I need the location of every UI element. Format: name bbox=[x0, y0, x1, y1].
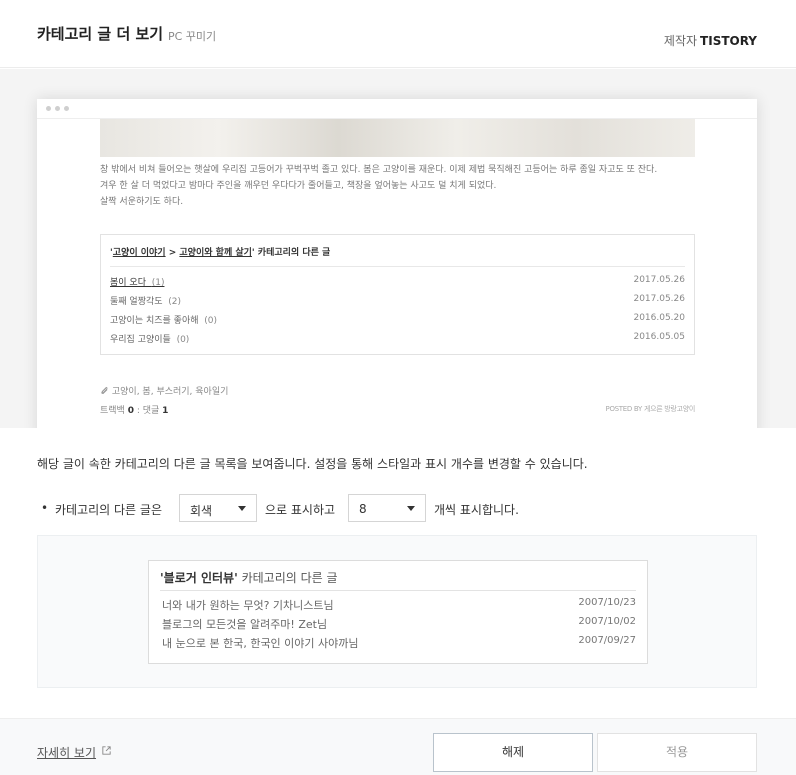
related-category-sep: > bbox=[165, 248, 180, 258]
related-subcategory-link[interactable]: 고양이와 함께 살기 bbox=[179, 248, 252, 258]
related-item-date: 2017.05.26 bbox=[633, 275, 685, 285]
related-item-date: 2016.05.05 bbox=[633, 332, 685, 342]
related-item-count: (0) bbox=[176, 335, 190, 345]
list-item[interactable]: 봄이 오다 (1) 2017.05.26 bbox=[110, 275, 685, 289]
tag-clip-icon bbox=[101, 386, 108, 395]
external-link-icon bbox=[102, 746, 111, 755]
related-item-title: 둘째 얼짱각도 bbox=[110, 297, 163, 307]
post-line: 창 밖에서 비쳐 들어오는 햇살에 우리집 고등어가 꾸벅꾸벅 졸고 있다. 봄… bbox=[100, 165, 658, 175]
list-item[interactable]: 우리집 고양이들 (0) 2016.05.05 bbox=[110, 332, 685, 346]
skin-description: 해당 글이 속한 카테고리의 다른 글 목록을 보여줍니다. 설정을 통해 스타… bbox=[37, 457, 588, 471]
related-posts-heading: '고양이 이야기 > 고양이와 함께 살기' 카테고리의 다른 글 bbox=[110, 248, 331, 258]
header: 카테고리 글 더 보기 PC 꾸미기 제작자 TISTORY bbox=[0, 0, 796, 68]
sample-item-date: 2007/10/02 bbox=[578, 616, 636, 627]
related-category-link[interactable]: 고양이 이야기 bbox=[113, 248, 166, 258]
reset-button[interactable]: 해제 bbox=[433, 733, 593, 772]
post-hero-image bbox=[100, 119, 695, 157]
related-heading-suffix: ' 카테고리의 다른 글 bbox=[251, 248, 331, 258]
chevron-down-icon bbox=[407, 506, 415, 511]
related-posts-box: '고양이 이야기 > 고양이와 함께 살기' 카테고리의 다른 글 봄이 오다 … bbox=[100, 234, 695, 355]
maker-name: TISTORY bbox=[700, 34, 757, 48]
style-sample-box: '블로거 인터뷰' 카테고리의 다른 글 너와 내가 원하는 무엇? 기차니스트… bbox=[148, 560, 648, 664]
style-select-value: 회색 bbox=[190, 504, 213, 518]
sample-item-date: 2007/10/23 bbox=[578, 597, 636, 608]
setting-middle: 으로 표시하고 bbox=[265, 503, 336, 517]
style-sample-area: '블로거 인터뷰' 카테고리의 다른 글 너와 내가 원하는 무엇? 기차니스트… bbox=[37, 535, 757, 688]
preview-area: 창 밖에서 비쳐 들어오는 햇살에 우리집 고등어가 꾸벅꾸벅 졸고 있다. 봄… bbox=[0, 69, 796, 428]
sample-item-title: 내 눈으로 본 한국, 한국인 이야기 사야까님 bbox=[162, 637, 359, 650]
related-item-title: 우리집 고양이들 bbox=[110, 335, 171, 345]
page-title: 카테고리 글 더 보기 bbox=[37, 25, 164, 43]
related-item-count: (2) bbox=[168, 297, 182, 307]
sample-item-date: 2007/09/27 bbox=[578, 635, 636, 646]
chevron-down-icon bbox=[238, 506, 246, 511]
post-line: 살짝 서운하기도 하다. bbox=[100, 197, 184, 207]
sample-item-title: 너와 내가 원하는 무엇? 기차니스트님 bbox=[162, 599, 334, 612]
window-dot-icon bbox=[64, 106, 69, 111]
sample-category: '블로거 인터뷰' bbox=[160, 571, 238, 585]
page-subtitle: PC 꾸미기 bbox=[168, 30, 217, 43]
related-item-date: 2017.05.26 bbox=[633, 294, 685, 304]
list-item: 너와 내가 원하는 무엇? 기차니스트님 2007/10/23 bbox=[162, 597, 636, 613]
related-item-count: (1) bbox=[151, 278, 165, 288]
sample-heading-suffix: 카테고리의 다른 글 bbox=[237, 571, 338, 585]
window-dot-icon bbox=[46, 106, 51, 111]
divider bbox=[160, 590, 636, 591]
bullet: • bbox=[41, 501, 49, 515]
sample-heading: '블로거 인터뷰' 카테고리의 다른 글 bbox=[160, 569, 338, 586]
maker-info: 제작자 TISTORY bbox=[664, 32, 757, 49]
list-item[interactable]: 고양이는 치즈를 좋아해 (0) 2016.05.20 bbox=[110, 313, 685, 327]
apply-button[interactable]: 적용 bbox=[597, 733, 757, 772]
related-item-title: 봄이 오다 bbox=[110, 278, 146, 288]
comment-label: : 댓글 bbox=[133, 406, 163, 416]
setting-prefix: 카테고리의 다른 글은 bbox=[55, 503, 162, 517]
more-info-link[interactable]: 자세히 보기 bbox=[37, 744, 96, 761]
divider bbox=[110, 266, 685, 267]
post-line: 겨우 한 살 더 먹었다고 밤마다 주인을 깨우던 우다다가 줄어들고, 책장을… bbox=[100, 181, 497, 191]
trackback-label: 트랙백 bbox=[100, 406, 125, 416]
trackback-comment: 트랙백 0 : 댓글 1 bbox=[100, 403, 168, 416]
posted-by: POSTED BY 게으른 방랑고양이 bbox=[605, 405, 696, 413]
preview-browser-window: 창 밖에서 비쳐 들어오는 햇살에 우리집 고등어가 꾸벅꾸벅 졸고 있다. 봄… bbox=[37, 99, 757, 428]
sample-item-title: 블로그의 모든것을 알려주마! Zet님 bbox=[162, 618, 328, 631]
count-select[interactable]: 8 bbox=[348, 494, 426, 522]
style-select[interactable]: 회색 bbox=[179, 494, 257, 522]
maker-label: 제작자 bbox=[663, 34, 698, 48]
related-item-date: 2016.05.20 bbox=[633, 313, 685, 323]
list-item: 내 눈으로 본 한국, 한국인 이야기 사야까님 2007/09/27 bbox=[162, 635, 636, 651]
list-item: 블로그의 모든것을 알려주마! Zet님 2007/10/02 bbox=[162, 616, 636, 632]
window-dot-icon bbox=[55, 106, 60, 111]
browser-bar bbox=[37, 99, 757, 119]
related-item-title: 고양이는 치즈를 좋아해 bbox=[110, 316, 199, 326]
count-select-value: 8 bbox=[359, 502, 367, 516]
list-item[interactable]: 둘째 얼짱각도 (2) 2017.05.26 bbox=[110, 294, 685, 308]
setting-row: • 카테고리의 다른 글은 회색 으로 표시하고 8 개씩 표시합니다. bbox=[37, 494, 757, 522]
tags-text[interactable]: 고양이, 봄, 부스러기, 육아일기 bbox=[112, 387, 229, 397]
related-item-count: (0) bbox=[204, 316, 218, 326]
comment-count[interactable]: 1 bbox=[162, 406, 168, 416]
post-paragraph: 창 밖에서 비쳐 들어오는 햇살에 우리집 고등어가 꾸벅꾸벅 졸고 있다. 봄… bbox=[100, 162, 700, 210]
footer: 자세히 보기 해제 적용 bbox=[0, 718, 796, 775]
setting-suffix: 개씩 표시합니다. bbox=[434, 503, 519, 517]
post-tags: 고양이, 봄, 부스러기, 육아일기 bbox=[100, 384, 228, 397]
